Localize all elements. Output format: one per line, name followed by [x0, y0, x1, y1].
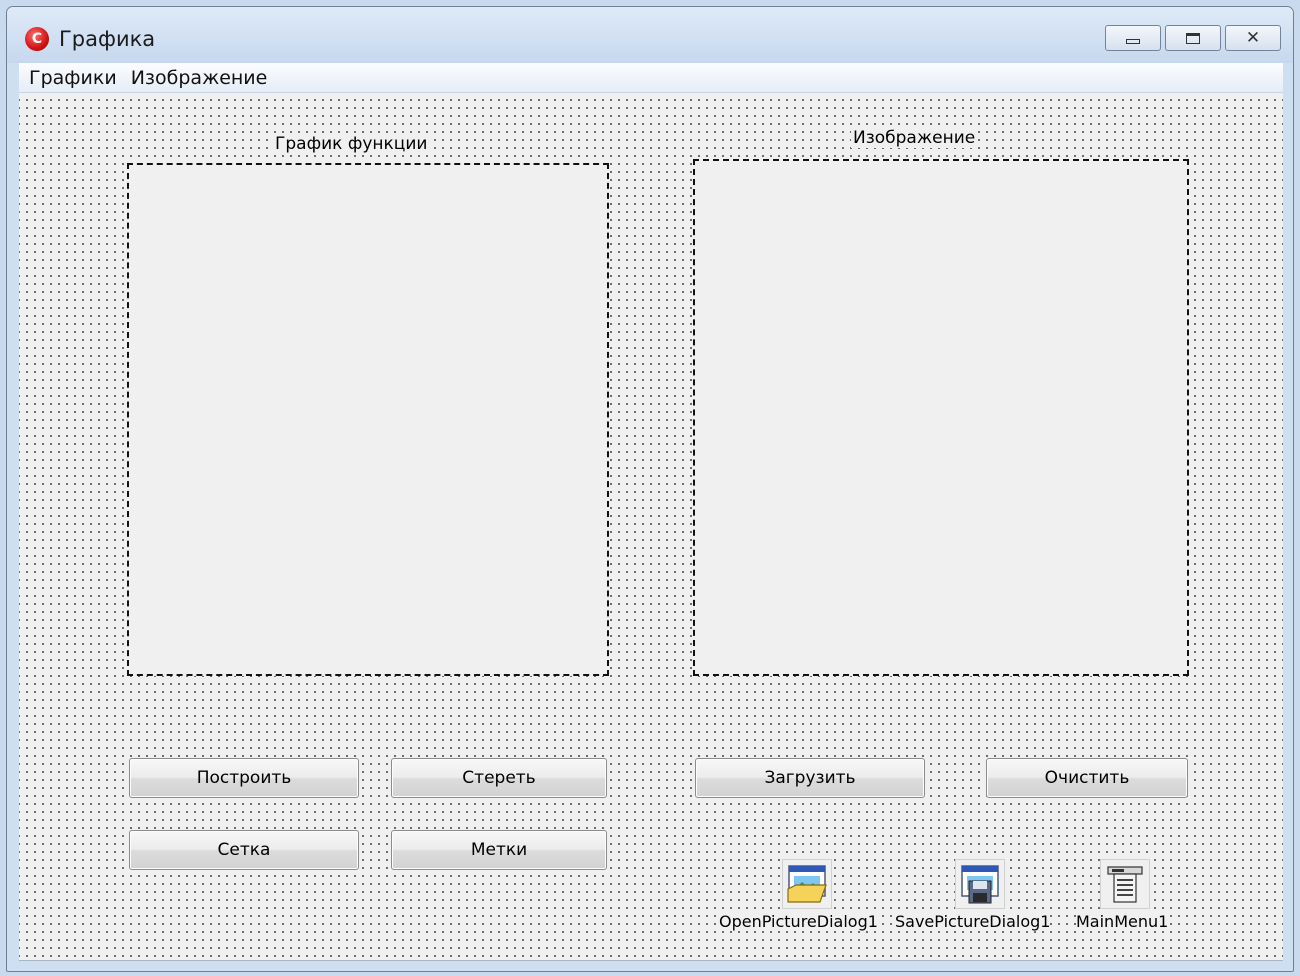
menu-item-graphs[interactable]: Графики [19, 67, 125, 89]
image-box-label: Изображение [851, 128, 978, 148]
build-button[interactable]: Построить [129, 758, 359, 798]
close-button[interactable]: ✕ [1225, 25, 1281, 51]
main-menu-component[interactable] [1100, 859, 1150, 909]
function-paintbox[interactable] [127, 163, 609, 676]
marks-button[interactable]: Метки [391, 830, 607, 870]
erase-button[interactable]: Стереть [391, 758, 607, 798]
grid-button[interactable]: Сетка [129, 830, 359, 870]
load-button[interactable]: Загрузить [695, 758, 925, 798]
main-window: C Графика ✕ Графики Изображение График ф… [6, 6, 1294, 972]
main-menu-label: MainMenu1 [1076, 912, 1169, 931]
save-picture-dialog-icon [961, 865, 999, 904]
maximize-icon [1186, 32, 1200, 44]
window-title: Графика [59, 27, 156, 51]
title-bar[interactable]: C Графика ✕ [7, 7, 1293, 63]
save-picture-dialog-label: SavePictureDialog1 [895, 912, 1051, 931]
save-picture-dialog-component[interactable] [955, 859, 1005, 909]
main-menu-icon [1107, 866, 1143, 903]
minimize-button[interactable] [1105, 25, 1161, 51]
app-icon[interactable]: C [25, 27, 49, 51]
image-box[interactable] [693, 159, 1189, 676]
maximize-button[interactable] [1165, 25, 1221, 51]
minimize-icon [1126, 38, 1140, 44]
function-box-label: График функции [273, 134, 430, 154]
menu-bar: Графики Изображение [19, 63, 1283, 93]
form-design-surface: График функции Изображение Построить Сте… [19, 93, 1283, 961]
open-picture-dialog-component[interactable] [782, 859, 832, 909]
menu-item-image[interactable]: Изображение [125, 67, 276, 89]
close-icon: ✕ [1245, 27, 1261, 48]
open-picture-dialog-icon [787, 865, 827, 903]
open-picture-dialog-label: OpenPictureDialog1 [719, 912, 878, 931]
clear-button[interactable]: Очистить [986, 758, 1188, 798]
